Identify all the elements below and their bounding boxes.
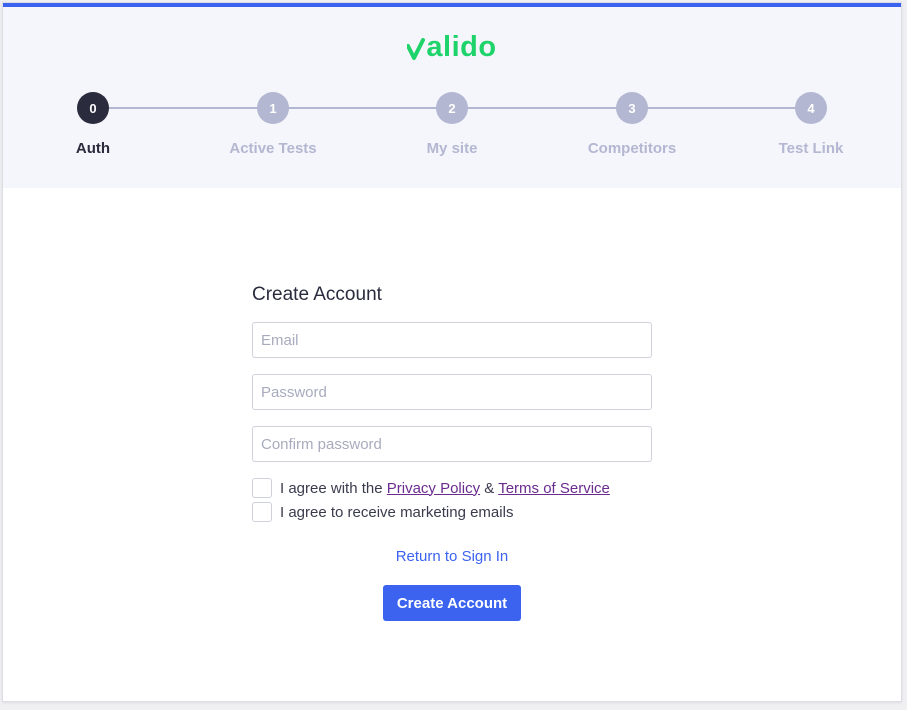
step-competitors: 3 Competitors — [552, 92, 712, 157]
password-field[interactable] — [252, 374, 652, 410]
terms-joiner: & — [484, 479, 495, 497]
progress-stepper: 0 Auth 1 Active Tests 2 My site 3 Compet… — [3, 7, 901, 188]
return-to-sign-in-link[interactable]: Return to Sign In — [252, 548, 652, 565]
marketing-consent-row: I agree to receive marketing emails — [252, 502, 652, 522]
step-number: 4 — [795, 92, 827, 124]
confirm-password-field[interactable] — [252, 426, 652, 462]
step-label: Active Tests — [229, 140, 317, 157]
step-auth: 0 Auth — [13, 92, 173, 157]
consent-checkboxes: I agree with the Privacy Policy & Terms … — [252, 478, 652, 522]
step-number: 0 — [77, 92, 109, 124]
step-number: 2 — [436, 92, 468, 124]
create-account-button[interactable]: Create Account — [383, 585, 521, 621]
terms-consent-label: I agree with the Privacy Policy & Terms … — [280, 480, 610, 497]
step-test-link: 4 Test Link — [731, 92, 891, 157]
step-label: Test Link — [778, 140, 844, 157]
step-label: Competitors — [587, 140, 677, 157]
marketing-consent-label: I agree to receive marketing emails — [280, 503, 514, 521]
step-label: Auth — [75, 140, 111, 157]
header: alido 0 Auth 1 Active Tests 2 My site 3 … — [3, 7, 901, 188]
step-label: My site — [426, 140, 478, 157]
privacy-policy-link[interactable]: Privacy Policy — [387, 480, 480, 497]
terms-prefix: I agree with the — [280, 479, 383, 497]
step-number: 1 — [257, 92, 289, 124]
step-my-site: 2 My site — [372, 92, 532, 157]
create-account-form: Create Account I agree with the Privacy … — [252, 283, 652, 621]
form-title: Create Account — [252, 284, 382, 305]
step-number: 3 — [616, 92, 648, 124]
terms-checkbox[interactable] — [252, 478, 272, 498]
app-window: alido 0 Auth 1 Active Tests 2 My site 3 … — [2, 2, 902, 702]
step-active-tests: 1 Active Tests — [193, 92, 353, 157]
email-field[interactable] — [252, 322, 652, 358]
terms-of-service-link[interactable]: Terms of Service — [498, 480, 610, 497]
terms-consent-row: I agree with the Privacy Policy & Terms … — [252, 478, 652, 498]
marketing-checkbox[interactable] — [252, 502, 272, 522]
